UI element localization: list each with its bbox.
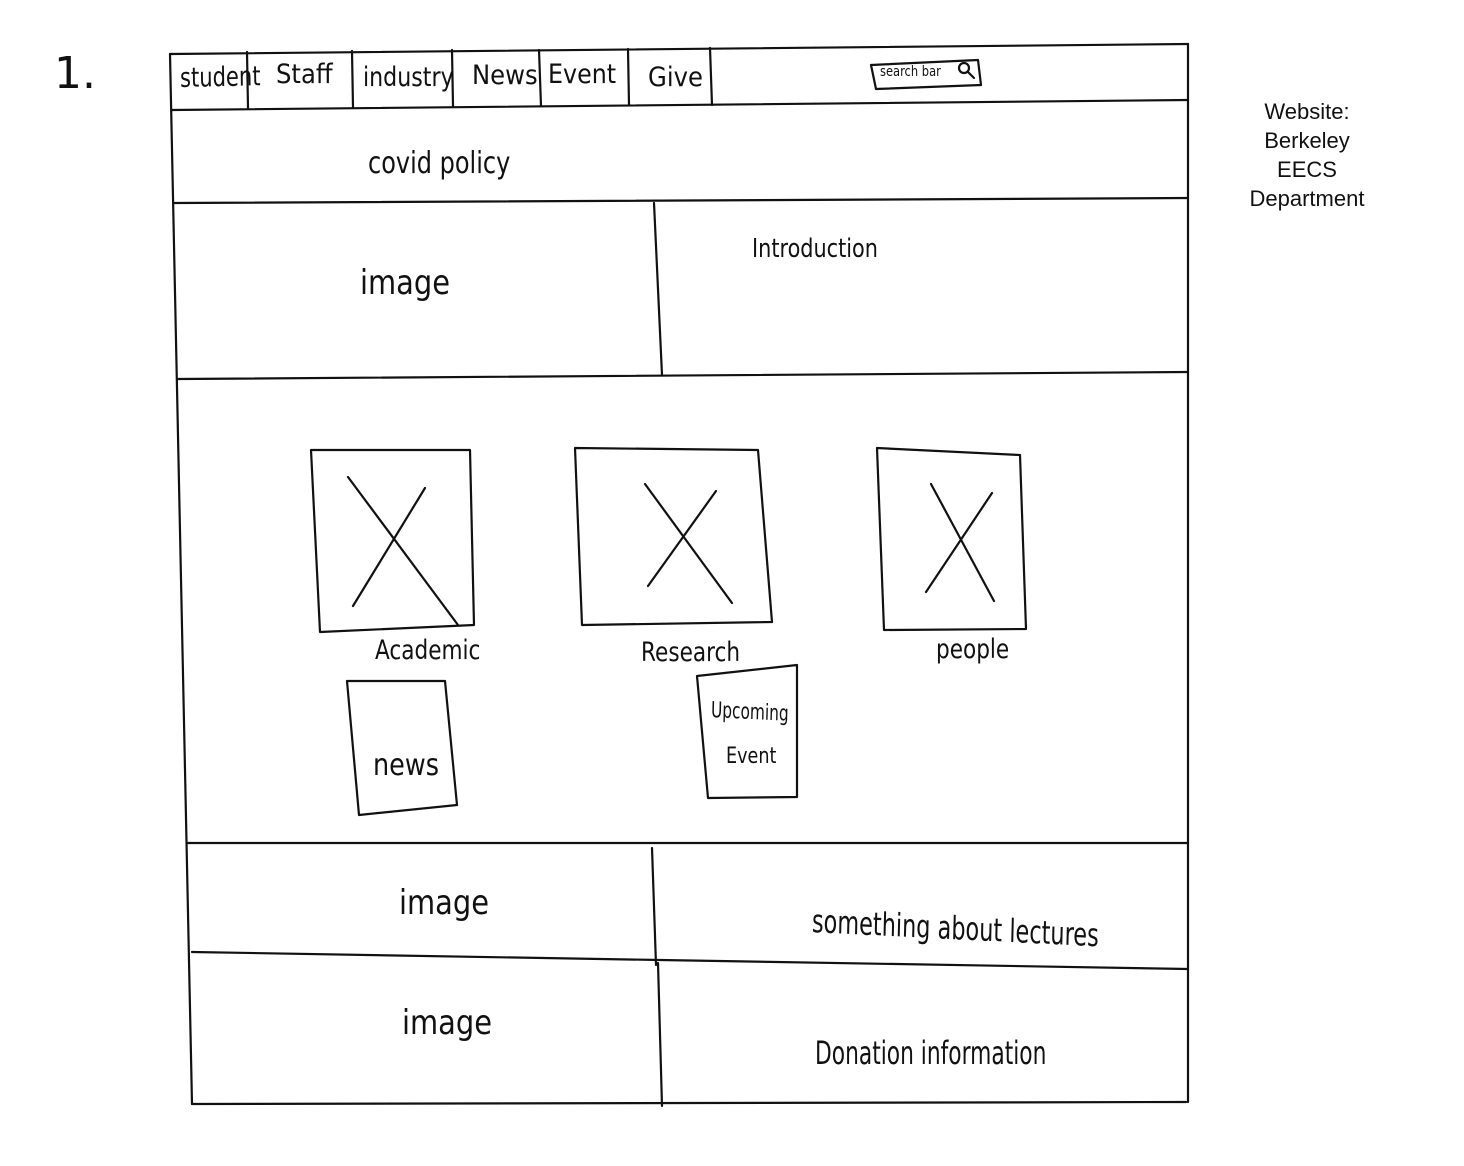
introduction-text: Introduction: [752, 234, 878, 264]
nav-item-staff[interactable]: Staff: [276, 59, 333, 90]
lectures-image-placeholder: image: [399, 883, 490, 923]
news-label[interactable]: news: [373, 748, 439, 783]
nav-bottom-line: [170, 98, 1190, 112]
nav-divider: [537, 48, 543, 108]
side-note-line: Website:: [1264, 99, 1350, 124]
nav-divider: [626, 47, 631, 107]
side-note-line: Department: [1249, 186, 1365, 211]
side-note-line: EECS: [1277, 157, 1337, 182]
donation-image-placeholder: image: [402, 1003, 493, 1043]
lectures-bottom-line: [190, 950, 1190, 971]
research-card-label[interactable]: Research: [641, 637, 740, 668]
hero-image-placeholder: image: [360, 263, 451, 303]
research-card-x: [643, 482, 734, 605]
hero-bottom-line: [176, 370, 1190, 381]
academic-card-label[interactable]: Academic: [375, 635, 480, 666]
nav-item-event[interactable]: Event: [548, 59, 616, 90]
search-icon-handle: [966, 70, 976, 80]
frame-top-edge: [168, 42, 1190, 56]
academic-card-x: [346, 475, 460, 627]
donation-divider: [656, 961, 664, 1108]
hero-divider: [652, 201, 664, 377]
upcoming-event-box: [695, 663, 799, 800]
people-card-label[interactable]: people: [936, 634, 1009, 665]
nav-item-industry[interactable]: industry: [363, 62, 454, 93]
sketch-number: 1.: [54, 48, 96, 99]
side-note-line: Berkeley: [1264, 128, 1350, 153]
people-card-box: [875, 446, 1028, 632]
lectures-divider: [650, 846, 658, 967]
research-card-box: [573, 446, 774, 627]
frame-left-edge: [168, 52, 194, 1106]
side-note: Website: Berkeley EECS Department: [1232, 97, 1382, 213]
upcoming-event-line2[interactable]: Event: [726, 744, 776, 769]
search-input[interactable]: search bar: [880, 64, 941, 80]
donation-text: Donation information: [815, 1034, 1047, 1072]
nav-divider: [708, 46, 714, 107]
covid-policy-banner[interactable]: covid policy: [368, 146, 510, 181]
people-card-x: [924, 482, 996, 603]
frame-bottom-edge: [190, 1100, 1188, 1106]
nav-item-news[interactable]: News: [472, 60, 538, 91]
nav-item-give[interactable]: Give: [648, 62, 703, 93]
nav-divider: [350, 49, 355, 109]
upcoming-event-line1[interactable]: Upcoming: [711, 698, 789, 727]
nav-item-student[interactable]: student: [180, 61, 261, 94]
banner-bottom-line: [172, 196, 1190, 205]
